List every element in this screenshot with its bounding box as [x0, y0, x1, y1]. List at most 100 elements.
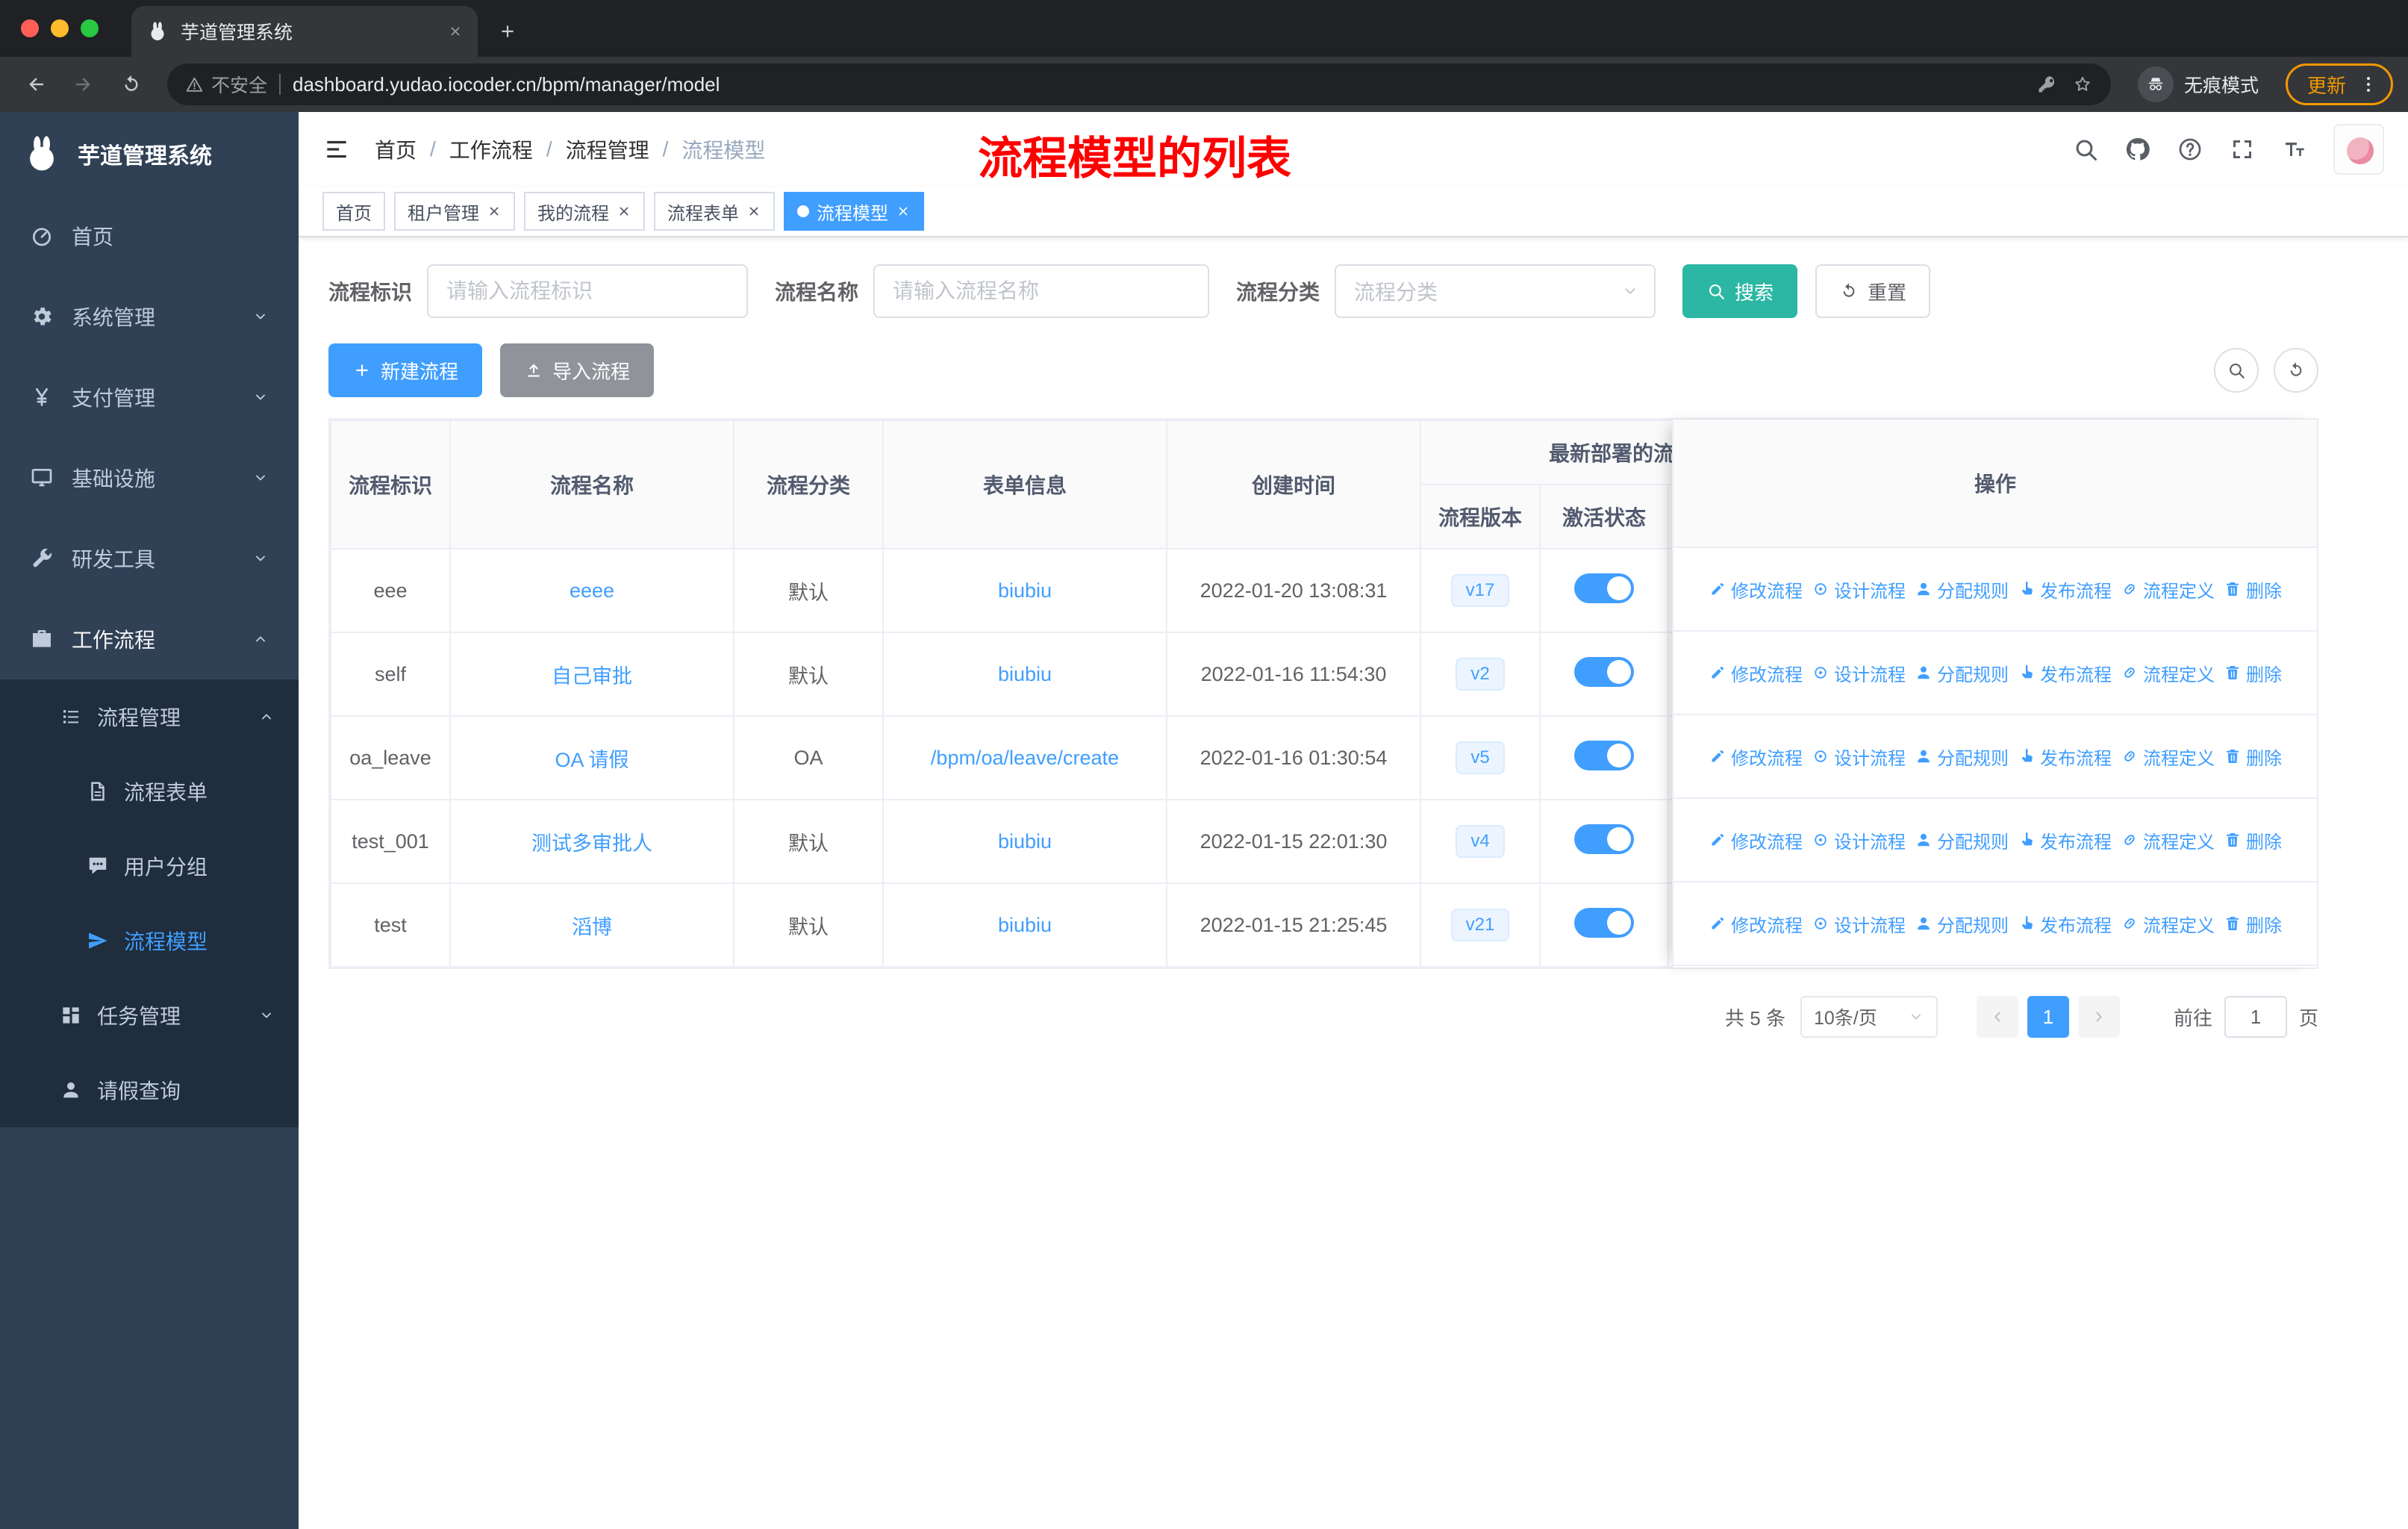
model-name-link[interactable]: eeee	[570, 579, 614, 602]
bookmark-star-icon[interactable]	[2072, 74, 2093, 95]
design-flow-link[interactable]: 设计流程	[1812, 911, 1906, 937]
filter-key-input[interactable]	[427, 264, 749, 318]
back-button[interactable]	[15, 63, 57, 105]
sidebar-item-process-form[interactable]: 流程表单	[0, 754, 299, 829]
create-flow-button[interactable]: 新建流程	[328, 343, 483, 397]
browser-tab[interactable]: 芋道管理系统	[131, 6, 478, 57]
edit-flow-link[interactable]: 修改流程	[1709, 827, 1803, 853]
search-icon[interactable]	[2072, 136, 2099, 163]
form-link[interactable]: biubiu	[998, 579, 1052, 602]
publish-flow-link[interactable]: 发布流程	[2018, 827, 2112, 853]
publish-flow-link[interactable]: 发布流程	[2018, 660, 2112, 686]
tag-process-form[interactable]: 流程表单	[654, 192, 775, 231]
tag-process-model[interactable]: 流程模型	[784, 192, 924, 231]
model-name-link[interactable]: 测试多审批人	[531, 832, 652, 855]
sidebar-item-task-management[interactable]: 任务管理	[0, 978, 299, 1053]
address-bar[interactable]: 不安全 dashboard.yudao.iocoder.cn/bpm/manag…	[167, 63, 2111, 105]
reload-button[interactable]	[110, 63, 152, 105]
toggle-search-button[interactable]	[2214, 348, 2259, 393]
active-toggle[interactable]	[1574, 656, 1634, 687]
edit-flow-link[interactable]: 修改流程	[1709, 576, 1803, 602]
assign-rule-link[interactable]: 分配规则	[1915, 911, 2009, 937]
new-tab-button[interactable]	[487, 10, 528, 52]
design-flow-link[interactable]: 设计流程	[1812, 827, 1906, 853]
search-button[interactable]: 搜索	[1682, 264, 1798, 318]
design-flow-link[interactable]: 设计流程	[1812, 660, 1906, 686]
sidebar-item-user-group[interactable]: 用户分组	[0, 829, 299, 903]
flow-definition-link[interactable]: 流程定义	[2121, 660, 2215, 686]
flow-definition-link[interactable]: 流程定义	[2121, 827, 2215, 853]
refresh-table-button[interactable]	[2274, 348, 2318, 393]
forward-button[interactable]	[63, 63, 105, 105]
sidebar-item-leave-query[interactable]: 请假查询	[0, 1053, 299, 1127]
sidebar-item-infrastructure[interactable]: 基础设施	[0, 437, 299, 518]
sidebar-item-payment[interactable]: 支付管理	[0, 357, 299, 437]
flow-definition-link[interactable]: 流程定义	[2121, 576, 2215, 602]
flow-definition-link[interactable]: 流程定义	[2121, 744, 2215, 770]
close-icon[interactable]	[896, 204, 911, 219]
close-icon[interactable]	[617, 204, 631, 219]
github-icon[interactable]	[2124, 136, 2151, 163]
model-name-link[interactable]: 滔博	[572, 916, 612, 938]
delete-flow-link[interactable]: 删除	[2224, 744, 2282, 770]
avatar[interactable]	[2333, 124, 2384, 175]
tag-tenant-management[interactable]: 租户管理	[394, 192, 515, 231]
sidebar-item-home[interactable]: 首页	[0, 196, 299, 276]
font-size-icon[interactable]	[2281, 136, 2308, 163]
sidebar-fold-icon[interactable]	[322, 135, 351, 164]
update-chip[interactable]: 更新	[2285, 63, 2393, 105]
fullscreen-icon[interactable]	[2229, 136, 2256, 163]
next-page-button[interactable]	[2077, 996, 2120, 1038]
import-flow-button[interactable]: 导入流程	[500, 343, 655, 397]
close-icon[interactable]	[746, 204, 761, 219]
browser-menu-icon[interactable]	[2358, 74, 2379, 95]
sidebar-item-workflow[interactable]: 工作流程	[0, 599, 299, 679]
publish-flow-link[interactable]: 发布流程	[2018, 911, 2112, 937]
delete-flow-link[interactable]: 删除	[2224, 660, 2282, 686]
model-name-link[interactable]: OA 请假	[555, 749, 628, 771]
delete-flow-link[interactable]: 删除	[2224, 911, 2282, 937]
active-toggle[interactable]	[1574, 573, 1634, 603]
site-security[interactable]: 不安全	[185, 71, 267, 98]
filter-name-input[interactable]	[873, 264, 1210, 318]
active-toggle[interactable]	[1574, 907, 1634, 938]
delete-flow-link[interactable]: 删除	[2224, 827, 2282, 853]
sidebar-item-process-management[interactable]: 流程管理	[0, 679, 299, 754]
form-link[interactable]: biubiu	[998, 663, 1052, 685]
assign-rule-link[interactable]: 分配规则	[1915, 576, 2009, 602]
page-1-button[interactable]: 1	[2027, 996, 2069, 1038]
assign-rule-link[interactable]: 分配规则	[1915, 744, 2009, 770]
model-name-link[interactable]: 自己审批	[552, 665, 632, 688]
sidebar-item-system[interactable]: 系统管理	[0, 276, 299, 357]
breadcrumb-home[interactable]: 首页	[375, 134, 417, 164]
zoom-window-button[interactable]	[81, 19, 99, 37]
minimize-window-button[interactable]	[51, 19, 69, 37]
assign-rule-link[interactable]: 分配规则	[1915, 827, 2009, 853]
close-icon[interactable]	[487, 204, 502, 219]
breadcrumb-workflow[interactable]: 工作流程	[449, 134, 533, 164]
category-select[interactable]: 流程分类	[1335, 264, 1656, 318]
delete-flow-link[interactable]: 删除	[2224, 576, 2282, 602]
tag-home[interactable]: 首页	[322, 192, 385, 231]
sidebar-item-devtools[interactable]: 研发工具	[0, 518, 299, 599]
flow-definition-link[interactable]: 流程定义	[2121, 911, 2215, 937]
design-flow-link[interactable]: 设计流程	[1812, 744, 1906, 770]
design-flow-link[interactable]: 设计流程	[1812, 576, 1906, 602]
breadcrumb-process-management[interactable]: 流程管理	[566, 134, 649, 164]
help-icon[interactable]	[2177, 136, 2203, 163]
form-link[interactable]: biubiu	[998, 830, 1052, 853]
publish-flow-link[interactable]: 发布流程	[2018, 576, 2112, 602]
tag-my-process[interactable]: 我的流程	[524, 192, 645, 231]
page-size-select[interactable]: 10条/页	[1800, 996, 1938, 1038]
password-key-icon[interactable]	[2036, 74, 2057, 95]
close-window-button[interactable]	[21, 19, 39, 37]
edit-flow-link[interactable]: 修改流程	[1709, 911, 1803, 937]
prev-page-button[interactable]	[1976, 996, 2018, 1038]
active-toggle[interactable]	[1574, 740, 1634, 770]
tab-close-icon[interactable]	[448, 24, 463, 39]
edit-flow-link[interactable]: 修改流程	[1709, 744, 1803, 770]
goto-page-input[interactable]	[2224, 996, 2287, 1038]
active-toggle[interactable]	[1574, 823, 1634, 854]
reset-button[interactable]: 重置	[1815, 264, 1931, 318]
sidebar-item-process-model[interactable]: 流程模型	[0, 903, 299, 978]
